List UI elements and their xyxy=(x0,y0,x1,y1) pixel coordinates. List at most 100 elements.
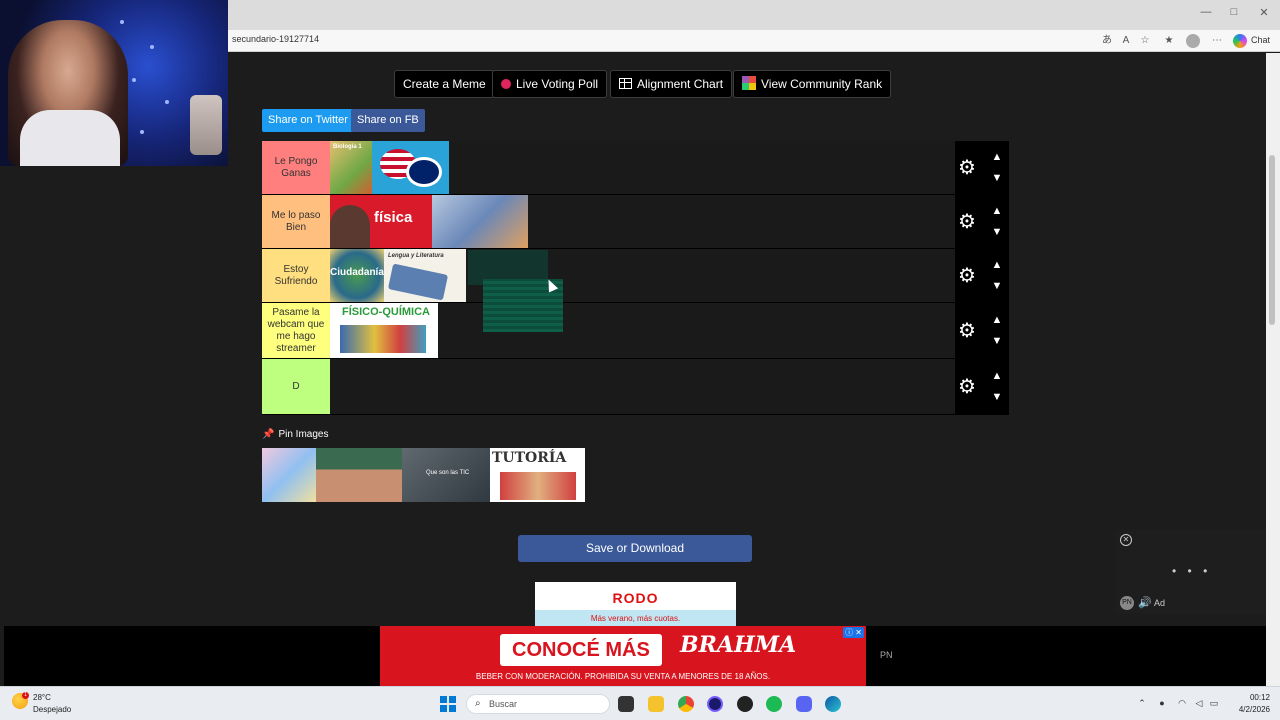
ad-info-icon[interactable]: ⓘ ✕ xyxy=(843,627,864,638)
scrollbar-track[interactable] xyxy=(1266,53,1280,686)
chevron-down-icon[interactable]: ▼ xyxy=(990,281,1004,292)
favorite-star-icon[interactable]: ☆ xyxy=(1138,34,1152,48)
save-download-button[interactable]: Save or Download xyxy=(518,535,752,562)
tier-items[interactable]: FÍSICO-QUÍMICA xyxy=(330,303,955,358)
community-rank-label: View Community Rank xyxy=(761,77,883,91)
chevron-up-icon[interactable]: ▲ xyxy=(990,152,1004,163)
weather-description[interactable]: Despejado xyxy=(33,705,71,714)
tier-items[interactable]: física xyxy=(330,195,955,248)
ad-label: Ad xyxy=(1154,598,1166,608)
create-meme-button[interactable]: Create a Meme xyxy=(394,70,495,98)
pin-image-plastica[interactable] xyxy=(262,448,316,502)
chevron-down-icon[interactable]: ▼ xyxy=(990,173,1004,184)
gear-icon[interactable]: ⚙ xyxy=(958,158,976,178)
chevron-up-icon[interactable]: ▲ xyxy=(990,315,1004,326)
tier-label[interactable]: Me lo paso Bien xyxy=(262,195,330,248)
tier-items[interactable]: Biología 1 xyxy=(330,141,955,194)
wifi-icon[interactable]: ◠ xyxy=(1176,698,1188,709)
microphone-icon[interactable]: ● xyxy=(1156,698,1168,708)
rodo-title: RODO xyxy=(612,590,659,606)
translate-icon[interactable]: あ xyxy=(1100,34,1114,48)
volume-icon[interactable]: 🔊 xyxy=(1138,596,1152,609)
webcam-overlay xyxy=(0,0,228,166)
gear-icon[interactable]: ⚙ xyxy=(958,212,976,232)
volume-tray-icon[interactable]: ◁ xyxy=(1193,698,1205,709)
tier-image-biologia[interactable]: Biología 1 xyxy=(330,141,372,194)
tier-image-lengua[interactable]: Lengua y Literatura xyxy=(384,249,466,302)
obs-icon[interactable] xyxy=(737,696,753,712)
chrome-icon[interactable] xyxy=(678,696,694,712)
edge-icon[interactable] xyxy=(825,696,841,712)
tutoria-illustration xyxy=(500,472,576,500)
minimize-button[interactable]: — xyxy=(1194,6,1218,18)
tier-label[interactable]: Pasame la webcam que me hago streamer xyxy=(262,303,330,358)
pin-image-tutoria[interactable]: TUTORÍA xyxy=(490,448,585,502)
floating-video-player[interactable]: ✕ • • • PN 🔊 Ad xyxy=(1116,530,1266,614)
tic-text: Que son las TIC xyxy=(426,470,470,476)
tier-row: Le Pongo Ganas Biología 1 ⚙ ▲ ▼ xyxy=(262,141,1009,195)
tier-items[interactable] xyxy=(330,359,955,414)
share-fb-button[interactable]: Share on FB xyxy=(351,109,425,132)
share-twitter-button[interactable]: Share on Twitter xyxy=(262,109,354,132)
gear-icon[interactable]: ⚙ xyxy=(958,321,976,341)
ad-brahma[interactable]: CONOCÉ MÁS BRAHMA BEBER CON MODERACIÓN. … xyxy=(380,626,866,686)
chevron-down-icon[interactable]: ▼ xyxy=(990,392,1004,403)
live-voting-button[interactable]: Live Voting Poll xyxy=(492,70,608,98)
weather-temperature[interactable]: 28°C xyxy=(33,693,51,702)
chevron-up-icon[interactable]: ▲ xyxy=(990,206,1004,217)
profile-icon[interactable] xyxy=(1186,34,1200,48)
discord-icon[interactable] xyxy=(796,696,812,712)
pin-image-tic[interactable]: Que son las TIC xyxy=(402,448,490,502)
community-rank-button[interactable]: View Community Rank xyxy=(733,70,892,98)
tier-controls: ⚙ ▲ ▼ xyxy=(955,359,1009,414)
copilot-icon[interactable] xyxy=(1233,34,1247,48)
start-menu-icon[interactable] xyxy=(440,696,456,712)
tier-row: Estoy Sufriendo Ciudadanía Lengua y Lite… xyxy=(262,249,1009,303)
chat-label[interactable]: Chat xyxy=(1251,35,1270,45)
light-dot xyxy=(140,130,144,134)
live-voting-label: Live Voting Poll xyxy=(516,77,599,91)
search-placeholder: Buscar xyxy=(489,699,518,709)
chevron-up-icon[interactable]: ▲ xyxy=(990,371,1004,382)
tier-image-english[interactable] xyxy=(372,141,449,194)
spotify-icon[interactable] xyxy=(766,696,782,712)
tier-label[interactable]: Le Pongo Ganas xyxy=(262,141,330,194)
pn-label: PN xyxy=(880,650,893,660)
clock-time[interactable]: 00:12 xyxy=(1234,693,1270,702)
light-dot xyxy=(150,45,154,49)
gear-icon[interactable]: ⚙ xyxy=(958,377,976,397)
brahma-logo: BRAHMA xyxy=(680,632,797,658)
read-aloud-icon[interactable]: A xyxy=(1119,34,1133,48)
maximize-button[interactable]: □ xyxy=(1222,6,1246,18)
favorites-icon[interactable]: ★ xyxy=(1162,34,1176,48)
tier-label[interactable]: D xyxy=(262,359,330,414)
tier-label[interactable]: Estoy Sufriendo xyxy=(262,249,330,302)
chevron-up-icon[interactable]: ▲ xyxy=(990,260,1004,271)
alignment-chart-button[interactable]: Alignment Chart xyxy=(610,70,733,98)
close-icon[interactable]: ✕ xyxy=(1120,534,1132,546)
chevron-down-icon[interactable]: ▼ xyxy=(990,227,1004,238)
taskbar-search[interactable]: ⌕ Buscar xyxy=(466,694,610,714)
clock-date[interactable]: 4/2/2026 xyxy=(1228,705,1270,714)
more-menu-icon[interactable]: ⋯ xyxy=(1210,34,1224,48)
close-window-button[interactable]: ✕ xyxy=(1252,6,1276,19)
pn-badge: PN xyxy=(1120,596,1134,610)
show-hidden-icons[interactable]: ⌃ xyxy=(1136,698,1148,709)
task-view-icon[interactable] xyxy=(618,696,634,712)
pin-images-strip: Que son las TIC TUTORÍA xyxy=(262,448,585,502)
tier-image-ciudadania[interactable]: Ciudadanía xyxy=(330,249,384,302)
gear-icon[interactable]: ⚙ xyxy=(958,266,976,286)
pin-image-classroom[interactable] xyxy=(316,448,402,502)
chevron-down-icon[interactable]: ▼ xyxy=(990,336,1004,347)
ad-rodo[interactable]: RODO Más verano, más cuotas. xyxy=(535,582,736,626)
battery-icon[interactable]: ▭ xyxy=(1208,698,1220,709)
file-explorer-icon[interactable] xyxy=(648,696,664,712)
tier-image-fisica[interactable]: física xyxy=(330,195,432,248)
scrollbar-thumb[interactable] xyxy=(1269,155,1275,325)
app-icon[interactable] xyxy=(707,696,723,712)
tier-image-fisico-quimica[interactable]: FÍSICO-QUÍMICA xyxy=(330,303,438,358)
tier-items[interactable]: Ciudadanía Lengua y Literatura xyxy=(330,249,955,302)
tier-image-historia[interactable] xyxy=(432,195,528,248)
tier-row: Pasame la webcam que me hago streamer FÍ… xyxy=(262,303,1009,359)
url-text[interactable]: secundario-19127714 xyxy=(232,34,319,44)
